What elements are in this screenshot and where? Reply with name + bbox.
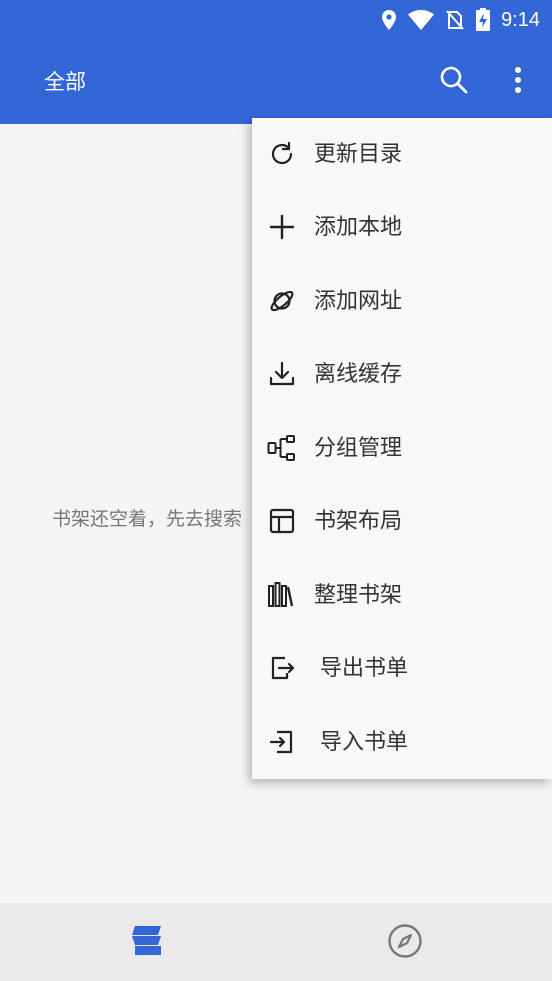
more-vert-icon bbox=[514, 66, 522, 98]
search-icon bbox=[439, 65, 469, 99]
nav-bookshelf-tab[interactable] bbox=[126, 923, 168, 963]
menu-item-label: 导出书单 bbox=[320, 656, 409, 681]
menu-item-update-catalog[interactable]: 更新目录 bbox=[252, 118, 552, 191]
menu-item-label: 书架布局 bbox=[314, 509, 403, 534]
menu-item-add-local[interactable]: 添加本地 bbox=[252, 191, 552, 264]
bookshelf-icon bbox=[129, 924, 165, 962]
no-sim-icon bbox=[445, 9, 465, 31]
planet-icon bbox=[266, 285, 298, 317]
layout-icon bbox=[266, 505, 298, 537]
status-time: 9:14 bbox=[501, 8, 540, 31]
books-icon bbox=[266, 579, 298, 611]
menu-item-label: 导入书单 bbox=[320, 730, 409, 755]
group-icon bbox=[266, 432, 298, 464]
menu-item-export-booklist[interactable]: 导出书单 bbox=[252, 632, 552, 705]
wifi-icon bbox=[407, 9, 435, 31]
status-bar: 9:14 bbox=[0, 0, 552, 40]
menu-item-label: 分组管理 bbox=[314, 436, 403, 461]
page-title[interactable]: 全部 bbox=[44, 68, 86, 96]
menu-item-organize-shelf[interactable]: 整理书架 bbox=[252, 559, 552, 632]
menu-item-import-booklist[interactable]: 导入书单 bbox=[252, 706, 552, 779]
battery-charging-icon bbox=[475, 8, 491, 32]
plus-icon bbox=[266, 211, 298, 243]
search-button[interactable] bbox=[434, 62, 474, 102]
app-bar: 全部 bbox=[0, 40, 552, 124]
download-icon bbox=[266, 358, 298, 390]
export-icon bbox=[266, 652, 298, 684]
menu-item-label: 离线缓存 bbox=[314, 362, 403, 387]
menu-item-add-url[interactable]: 添加网址 bbox=[252, 265, 552, 338]
menu-item-shelf-layout[interactable]: 书架布局 bbox=[252, 485, 552, 558]
menu-item-group-management[interactable]: 分组管理 bbox=[252, 412, 552, 485]
refresh-icon bbox=[266, 138, 298, 170]
empty-shelf-message: 书架还空着，先去搜索 bbox=[52, 508, 243, 530]
menu-item-offline-cache[interactable]: 离线缓存 bbox=[252, 338, 552, 411]
menu-item-label: 添加本地 bbox=[314, 215, 403, 240]
status-icons: 9:14 bbox=[381, 6, 540, 34]
menu-item-label: 添加网址 bbox=[314, 289, 403, 314]
overflow-menu: 更新目录 添加本地 添加网址 离线缓存 分组管理 书架布局 整理书架 导出书单 … bbox=[252, 118, 552, 779]
location-icon bbox=[381, 9, 397, 31]
menu-item-label: 整理书架 bbox=[314, 583, 403, 608]
bottom-navigation bbox=[0, 903, 552, 981]
compass-icon bbox=[387, 923, 423, 963]
menu-item-label: 更新目录 bbox=[314, 142, 403, 167]
nav-explore-tab[interactable] bbox=[385, 923, 425, 963]
import-icon bbox=[266, 726, 298, 758]
more-options-button[interactable] bbox=[498, 62, 538, 102]
